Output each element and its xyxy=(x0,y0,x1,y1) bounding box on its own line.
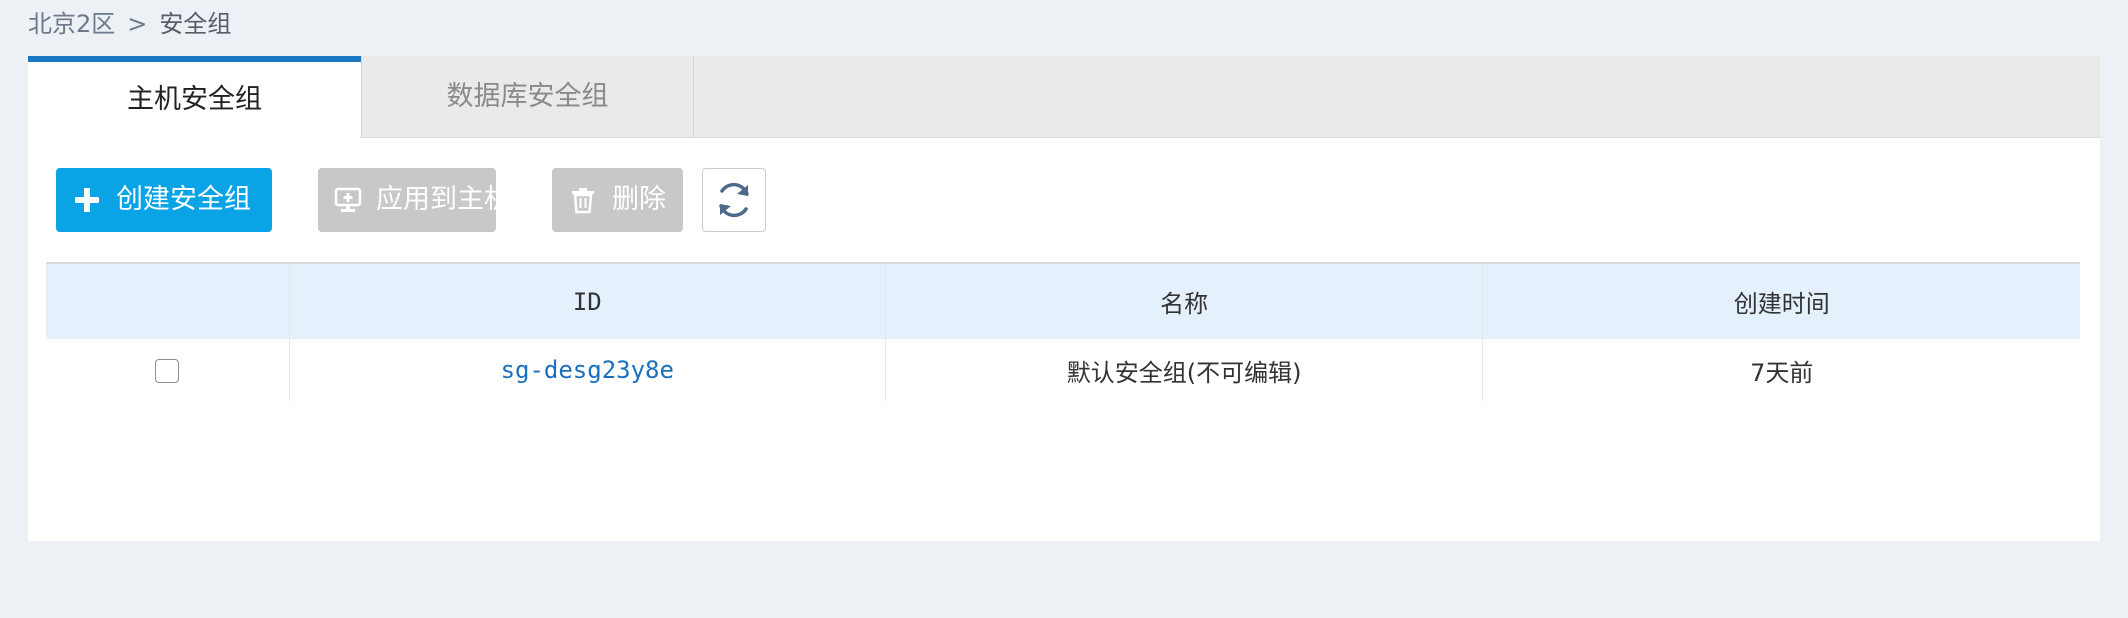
breadcrumb-separator: > xyxy=(127,10,148,38)
table-header-row: ID 名称 创建时间 xyxy=(46,263,2080,339)
delete-button-label: 删除 xyxy=(612,184,666,215)
tab-host-security-group[interactable]: 主机安全组 xyxy=(28,56,361,139)
apply-to-host-button[interactable]: 应用到主机 xyxy=(318,168,511,232)
breadcrumb: 北京2区 > 安全组 xyxy=(28,6,231,42)
tab-database-security-group[interactable]: 数据库安全组 xyxy=(361,56,694,138)
header-created[interactable]: 创建时间 xyxy=(1482,263,2080,339)
plus-icon xyxy=(72,185,102,215)
row-select-cell xyxy=(46,339,289,401)
trash-icon xyxy=(568,185,598,215)
refresh-icon xyxy=(713,179,755,221)
refresh-button[interactable] xyxy=(702,168,766,232)
row-name-cell: 默认安全组(不可编辑) xyxy=(884,339,1483,401)
row-checkbox[interactable] xyxy=(155,359,180,383)
create-button-label: 创建安全组 xyxy=(116,184,251,215)
security-group-panel: 主机安全组 数据库安全组 创建安全组 应用到主机 删除 ID 名称 创建时间 s… xyxy=(28,56,2100,541)
header-id[interactable]: ID xyxy=(288,263,886,339)
table-row: sg-desg23y8e 默认安全组(不可编辑) 7天前 xyxy=(46,339,2080,401)
header-name[interactable]: 名称 xyxy=(884,263,1483,339)
monitor-icon xyxy=(334,185,362,215)
header-select xyxy=(46,263,289,339)
security-group-table: ID 名称 创建时间 sg-desg23y8e 默认安全组(不可编辑) 7天前 xyxy=(46,262,2080,401)
delete-button[interactable]: 删除 xyxy=(552,168,683,232)
create-security-group-button[interactable]: 创建安全组 xyxy=(56,168,272,232)
breadcrumb-current: 安全组 xyxy=(159,10,232,38)
breadcrumb-region[interactable]: 北京2区 xyxy=(28,10,115,38)
security-group-id-link[interactable]: sg-desg23y8e xyxy=(501,356,674,384)
row-created-cell: 7天前 xyxy=(1482,339,2080,401)
tab-bar: 主机安全组 数据库安全组 xyxy=(28,56,2100,139)
row-id-cell: sg-desg23y8e xyxy=(288,339,886,401)
apply-button-label: 应用到主机 xyxy=(376,184,511,215)
